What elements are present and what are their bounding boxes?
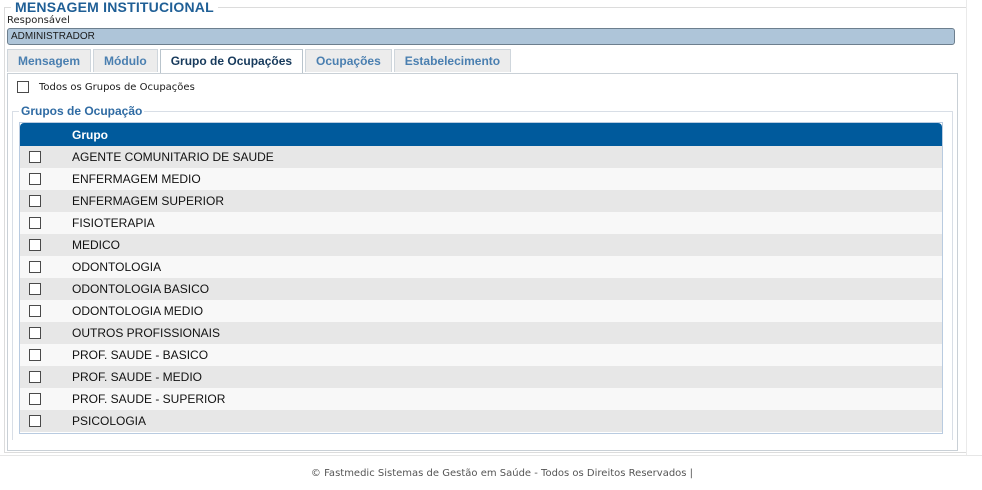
row-checkbox[interactable] — [29, 283, 41, 295]
row-checkbox[interactable] — [29, 151, 41, 163]
footer-copyright: © Fastmedic Sistemas de Gestão em Saúde … — [310, 468, 694, 479]
row-group-name: PROF. SAUDE - BASICO — [72, 348, 209, 362]
row-checkbox-cell — [20, 195, 64, 207]
tab-grupo-de-ocupacoes[interactable]: Grupo de Ocupações — [159, 49, 304, 74]
row-group-name: ODONTOLOGIA MEDIO — [72, 304, 204, 318]
row-checkbox-cell — [20, 217, 64, 229]
row-checkbox[interactable] — [29, 415, 41, 427]
table-row[interactable]: PROF. SAUDE - SUPERIOR — [20, 388, 942, 410]
content-right-border — [966, 0, 967, 455]
row-group-name: ODONTOLOGIA — [72, 260, 162, 274]
row-checkbox[interactable] — [29, 305, 41, 317]
table-row[interactable]: AGENTE COMUNITARIO DE SAUDE — [20, 146, 942, 168]
table-row[interactable]: OUTROS PROFISSIONAIS — [20, 322, 942, 344]
row-checkbox[interactable] — [29, 195, 41, 207]
row-checkbox-cell — [20, 283, 64, 295]
row-checkbox[interactable] — [29, 217, 41, 229]
table-row[interactable]: PROF. SAUDE - MEDIO — [20, 366, 942, 388]
tab-panel-grupo-de-ocupacoes: Todos os Grupos de Ocupações Grupos de O… — [7, 73, 958, 451]
row-group-name: MEDICO — [72, 238, 120, 252]
groups-legend: Grupos de Ocupação — [19, 104, 145, 118]
row-group-name: OUTROS PROFISSIONAIS — [72, 326, 221, 340]
row-checkbox-cell — [20, 327, 64, 339]
row-checkbox-cell — [20, 393, 64, 405]
row-checkbox[interactable] — [29, 371, 41, 383]
tab-estabelecimento[interactable]: Estabelecimento — [393, 49, 512, 72]
table-row[interactable]: MEDICO — [20, 234, 942, 256]
row-checkbox[interactable] — [29, 393, 41, 405]
row-group-name: AGENTE COMUNITARIO DE SAUDE — [72, 150, 274, 164]
grid-header: Grupo — [20, 123, 942, 146]
row-group-name: ENFERMAGEM SUPERIOR — [72, 194, 225, 208]
tab-modulo[interactable]: Módulo — [93, 49, 158, 72]
grupos-de-ocupacao-fieldset: Grupos de Ocupação Grupo AGENTE COMUNITA… — [12, 104, 953, 440]
all-groups-checkbox[interactable] — [17, 81, 29, 93]
row-checkbox-cell — [20, 173, 64, 185]
row-checkbox-cell — [20, 239, 64, 251]
groups-grid: Grupo AGENTE COMUNITARIO DE SAUDE ENFERMA… — [19, 122, 943, 434]
row-checkbox-cell — [20, 305, 64, 317]
table-row[interactable]: ODONTOLOGIA MEDIO — [20, 300, 942, 322]
row-checkbox-cell — [20, 261, 64, 273]
row-group-name: ODONTOLOGIA BASICO — [72, 282, 210, 296]
row-checkbox-cell — [20, 151, 64, 163]
responsavel-field[interactable]: ADMINISTRADOR — [7, 28, 955, 45]
row-checkbox[interactable] — [29, 261, 41, 273]
row-group-name: PROF. SAUDE - MEDIO — [72, 370, 203, 384]
table-row[interactable]: PROF. SAUDE - BASICO — [20, 344, 942, 366]
row-checkbox[interactable] — [29, 327, 41, 339]
page: MENSAGEM INSTITUCIONAL Responsável ADMIN… — [0, 0, 982, 490]
row-checkbox-cell — [20, 371, 64, 383]
row-checkbox[interactable] — [29, 349, 41, 361]
table-row[interactable]: ENFERMAGEM MEDIO — [20, 168, 942, 190]
row-group-name: ENFERMAGEM MEDIO — [72, 172, 201, 186]
tab-mensagem[interactable]: Mensagem — [7, 49, 92, 72]
table-row[interactable]: ODONTOLOGIA — [20, 256, 942, 278]
tab-ocupacoes[interactable]: Ocupações — [305, 49, 392, 72]
row-checkbox[interactable] — [29, 173, 41, 185]
grid-header-grupo[interactable]: Grupo — [64, 128, 108, 142]
all-groups-option: Todos os Grupos de Ocupações — [17, 81, 195, 93]
tab-bar: Mensagem Módulo Grupo de Ocupações Ocupa… — [7, 49, 513, 74]
table-row[interactable]: FISIOTERAPIA — [20, 212, 942, 234]
table-row[interactable]: ENFERMAGEM SUPERIOR — [20, 190, 942, 212]
row-group-name: FISIOTERAPIA — [72, 216, 155, 230]
section-title: MENSAGEM INSTITUCIONAL — [11, 0, 218, 15]
responsavel-label: Responsável — [7, 15, 70, 26]
row-checkbox-cell — [20, 415, 64, 427]
grid-body: AGENTE COMUNITARIO DE SAUDE ENFERMAGEM ME… — [20, 146, 942, 432]
row-checkbox[interactable] — [29, 239, 41, 251]
row-group-name: PROF. SAUDE - SUPERIOR — [72, 392, 226, 406]
all-groups-label: Todos os Grupos de Ocupações — [39, 81, 195, 93]
row-group-name: PSICOLOGIA — [72, 414, 147, 428]
row-checkbox-cell — [20, 349, 64, 361]
table-row[interactable]: PSICOLOGIA — [20, 410, 942, 432]
table-row[interactable]: ODONTOLOGIA BASICO — [20, 278, 942, 300]
footer-divider — [0, 455, 982, 456]
